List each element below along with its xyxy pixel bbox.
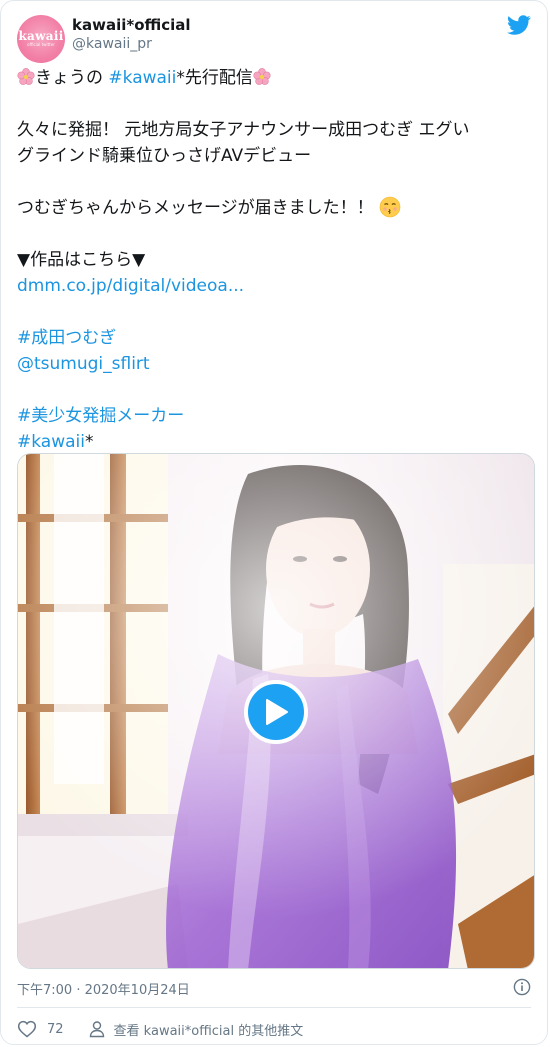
tweet-line-4: つむぎちゃんからメッセージが届きました！！ — [17, 195, 531, 221]
video-player[interactable] — [17, 453, 535, 969]
heart-icon — [17, 1020, 37, 1038]
tweet-line-2: 久々に発掘！ 元地方局女子アナウンサー成田つむぎ エグい — [17, 120, 470, 140]
play-button[interactable] — [244, 680, 308, 744]
view-more-tweets-label: 查看 kawaii*official 的其他推文 — [113, 1023, 304, 1039]
hashtag-maker[interactable]: #美少女発掘メーカー — [17, 403, 531, 429]
person-icon — [89, 1021, 104, 1038]
hashtag-brand[interactable]: #kawaii — [17, 432, 85, 452]
hashtag-kawaii[interactable]: #kawaii — [108, 68, 176, 88]
kissing-face-emoji — [379, 196, 401, 218]
tweet-header: kawaii official twitter kawaii*official … — [17, 13, 531, 63]
tweet-line-1-pre: きょうの — [35, 68, 109, 88]
author-names: kawaii*official @kawaii_pr — [72, 15, 191, 53]
dmm-link[interactable]: dmm.co.jp/digital/videoa... — [17, 273, 531, 299]
tweet-timestamp[interactable]: 下午7:00 · 2020年10月24日 — [17, 979, 190, 998]
twitter-bird-icon[interactable] — [507, 13, 531, 37]
account-handle[interactable]: @kawaii_pr — [72, 35, 191, 53]
tweet-line-3: グラインド騎乗位ひっさげAVデビュー — [17, 146, 312, 166]
cherry-blossom-emoji — [253, 68, 271, 85]
play-icon — [266, 699, 288, 725]
tweet-line-1-post: *先行配信 — [176, 68, 253, 88]
view-more-tweets-link[interactable]: 查看 kawaii*official 的其他推文 — [88, 1020, 304, 1039]
tweet-actions: 72 查看 kawaii*official 的其他推文 — [17, 1018, 303, 1040]
avatar[interactable]: kawaii official twitter — [17, 15, 65, 63]
like-count: 72 — [47, 1021, 64, 1037]
hashtag-brand-suffix: * — [84, 432, 94, 452]
hashtag-actress[interactable]: #成田つむぎ — [17, 325, 531, 351]
like-button[interactable]: 72 — [17, 1019, 64, 1039]
tweet-body: きょうの #kawaii*先行配信 久々に発掘！ 元地方局女子アナウンサー成田つ… — [17, 65, 531, 455]
mention-link[interactable]: @tsumugi_sflirt — [17, 351, 531, 377]
tweet-line-brand: #kawaii* — [17, 429, 531, 455]
info-icon[interactable] — [513, 978, 531, 996]
tweet-line-5: ▼作品はこちら▼ — [17, 250, 146, 270]
tweet-line-4-text: つむぎちゃんからメッセージが届きました！！ — [17, 198, 374, 218]
tweet-card: kawaii official twitter kawaii*official … — [0, 0, 548, 1045]
avatar-logo-text: kawaii — [18, 29, 64, 43]
display-name[interactable]: kawaii*official — [72, 15, 191, 35]
divider — [17, 1007, 531, 1008]
tweet-line-1: きょうの #kawaii*先行配信 — [17, 65, 531, 91]
avatar-logo-subtext: official twitter — [27, 42, 55, 47]
cherry-blossom-emoji — [17, 68, 35, 85]
